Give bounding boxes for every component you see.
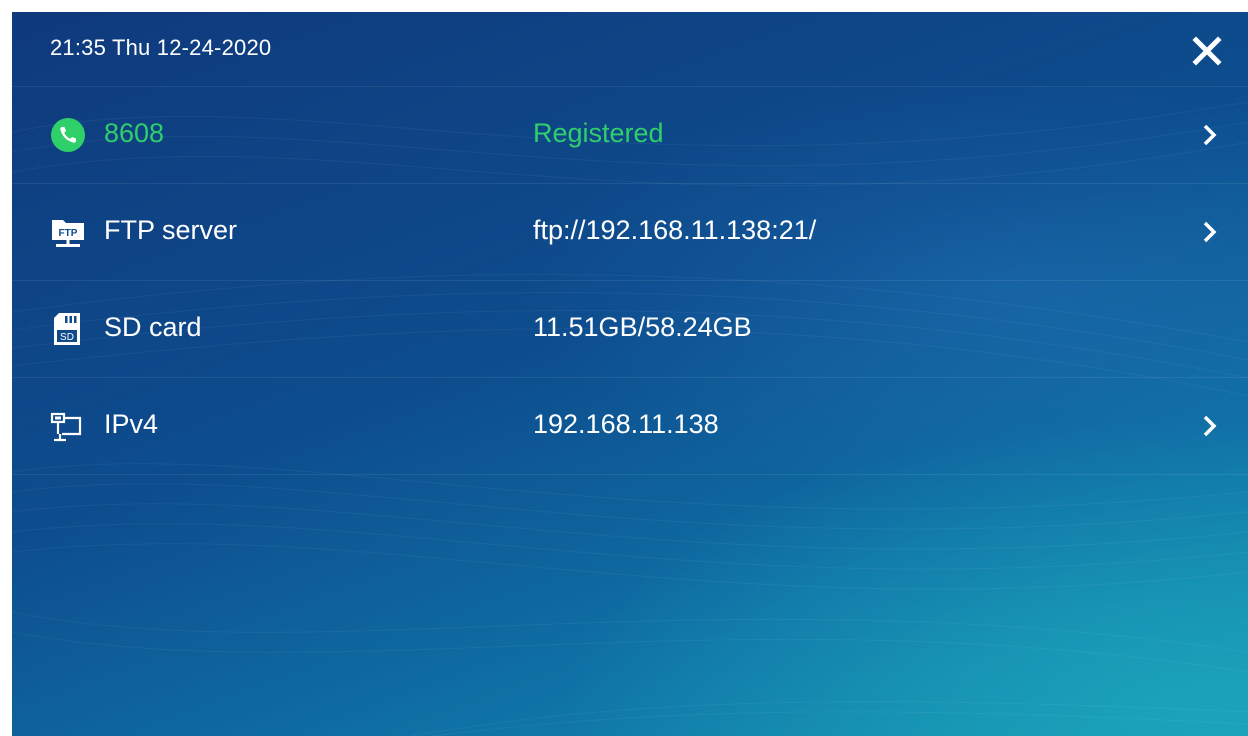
- datetime-label: 21:35 Thu 12-24-2020: [50, 35, 272, 60]
- network-icon: [50, 412, 82, 442]
- sd-card-label: SD card: [104, 312, 202, 342]
- ftp-server-label: FTP server: [104, 215, 238, 245]
- ipv4-label: IPv4: [104, 409, 159, 439]
- chevron-right-icon[interactable]: [1198, 218, 1222, 246]
- svg-text:SD: SD: [60, 332, 74, 343]
- sd-card-icon: SD: [54, 313, 80, 345]
- row-sd-card: SD SD card 11.51GB/58.24GB: [12, 281, 1248, 378]
- sip-account-number: 8608: [104, 118, 165, 148]
- close-icon[interactable]: [1188, 32, 1226, 70]
- svg-text:FTP: FTP: [59, 228, 78, 239]
- sd-card-usage: 11.51GB/58.24GB: [533, 312, 752, 342]
- ftp-folder-icon: FTP: [52, 220, 84, 247]
- sip-registration-status: Registered: [533, 118, 664, 148]
- status-screen: 21:35 Thu 12-24-2020 8608 Registered FTP…: [12, 12, 1248, 736]
- phone-icon: [51, 118, 85, 152]
- ipv4-address: 192.168.11.138: [533, 409, 719, 439]
- row-ipv4[interactable]: IPv4 192.168.11.138: [12, 378, 1248, 475]
- row-ftp-server[interactable]: FTP FTP server ftp://192.168.11.138:21/: [12, 184, 1248, 281]
- row-sip-account[interactable]: 8608 Registered: [12, 87, 1248, 184]
- chevron-right-icon[interactable]: [1198, 412, 1222, 440]
- ftp-server-address: ftp://192.168.11.138:21/: [533, 215, 817, 245]
- chevron-right-icon[interactable]: [1198, 121, 1222, 149]
- status-bar: 21:35 Thu 12-24-2020: [12, 12, 1248, 87]
